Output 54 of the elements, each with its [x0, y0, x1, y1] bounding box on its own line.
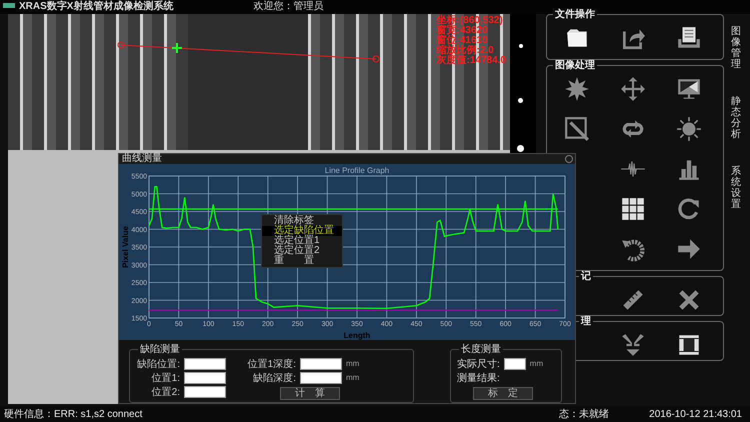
field-label: 缺陷深度:	[252, 372, 296, 386]
chart-title: Line Profile Graph	[324, 166, 390, 175]
status-datetime: 2016-10-12 21:43:01	[649, 408, 742, 422]
field-label: 缺陷位置:	[136, 358, 180, 372]
arrows-in-icon[interactable]	[620, 332, 646, 358]
rotate-icon[interactable]	[676, 196, 702, 222]
input-field[interactable]	[184, 386, 226, 398]
scale-dot	[519, 44, 523, 48]
calculate-button[interactable]: 计 算	[280, 387, 340, 400]
input-field[interactable]	[184, 358, 226, 370]
panel-title: 记	[579, 271, 593, 282]
welcome-text: 欢迎您：管理员	[253, 0, 324, 14]
input-field[interactable]	[300, 372, 342, 384]
field-label: 位置2:	[150, 386, 180, 400]
panel-title: 理	[579, 316, 593, 327]
scale-dot	[517, 145, 524, 152]
grid-icon[interactable]	[620, 196, 646, 222]
menu-item[interactable]: 重 置	[262, 256, 342, 266]
field-label: 位置1:	[150, 372, 180, 386]
side-tab[interactable]: 图像管理	[731, 26, 741, 70]
group-title: 缺陷测量	[138, 344, 182, 355]
group-title: 长度测量	[459, 344, 503, 355]
panel-title: 文件操作	[553, 9, 597, 20]
input-field[interactable]	[300, 358, 342, 370]
window-title: XRAS数字X射线管材成像检测系统	[19, 0, 174, 14]
field-label: 测量结果:	[457, 372, 500, 386]
side-tab[interactable]: 系统设置	[731, 166, 741, 210]
unit-label: mm	[346, 372, 360, 384]
app-logo-icon	[3, 3, 15, 8]
unit-label: mm	[530, 358, 544, 370]
crosshair-icon	[171, 42, 183, 54]
printer-icon[interactable]	[676, 25, 702, 51]
menu-item[interactable]: 清除标签	[262, 216, 342, 226]
menu-item[interactable]: 选定位置2	[262, 246, 342, 256]
sun-icon[interactable]	[676, 116, 702, 142]
input-field[interactable]	[504, 358, 526, 370]
move-icon[interactable]	[620, 76, 646, 102]
x-axis-label: Length	[344, 331, 370, 340]
field-label: 位置1深度:	[246, 358, 296, 372]
scale-dot	[518, 98, 523, 103]
menu-item[interactable]: 选定缺陷位置	[262, 226, 342, 236]
panel-title: 图像处理	[553, 60, 597, 71]
starburst-icon[interactable]	[564, 76, 590, 102]
state-text: 态：未就绪	[559, 408, 610, 422]
calibrate-button[interactable]: 标 定	[473, 387, 533, 400]
field-label: 实际尺寸:	[457, 358, 500, 372]
side-tab[interactable]: 静态分析	[731, 96, 741, 140]
y-axis-label: Pixel Value	[121, 226, 130, 268]
menu-item[interactable]: 选定位置1	[262, 236, 342, 246]
input-field[interactable]	[184, 372, 226, 384]
dialog-title: 曲线测量	[122, 154, 162, 164]
hardware-status: 硬件信息：ERR: s1,s2 connect	[4, 408, 142, 422]
unit-label: mm	[346, 358, 360, 370]
close-icon[interactable]	[565, 155, 573, 163]
